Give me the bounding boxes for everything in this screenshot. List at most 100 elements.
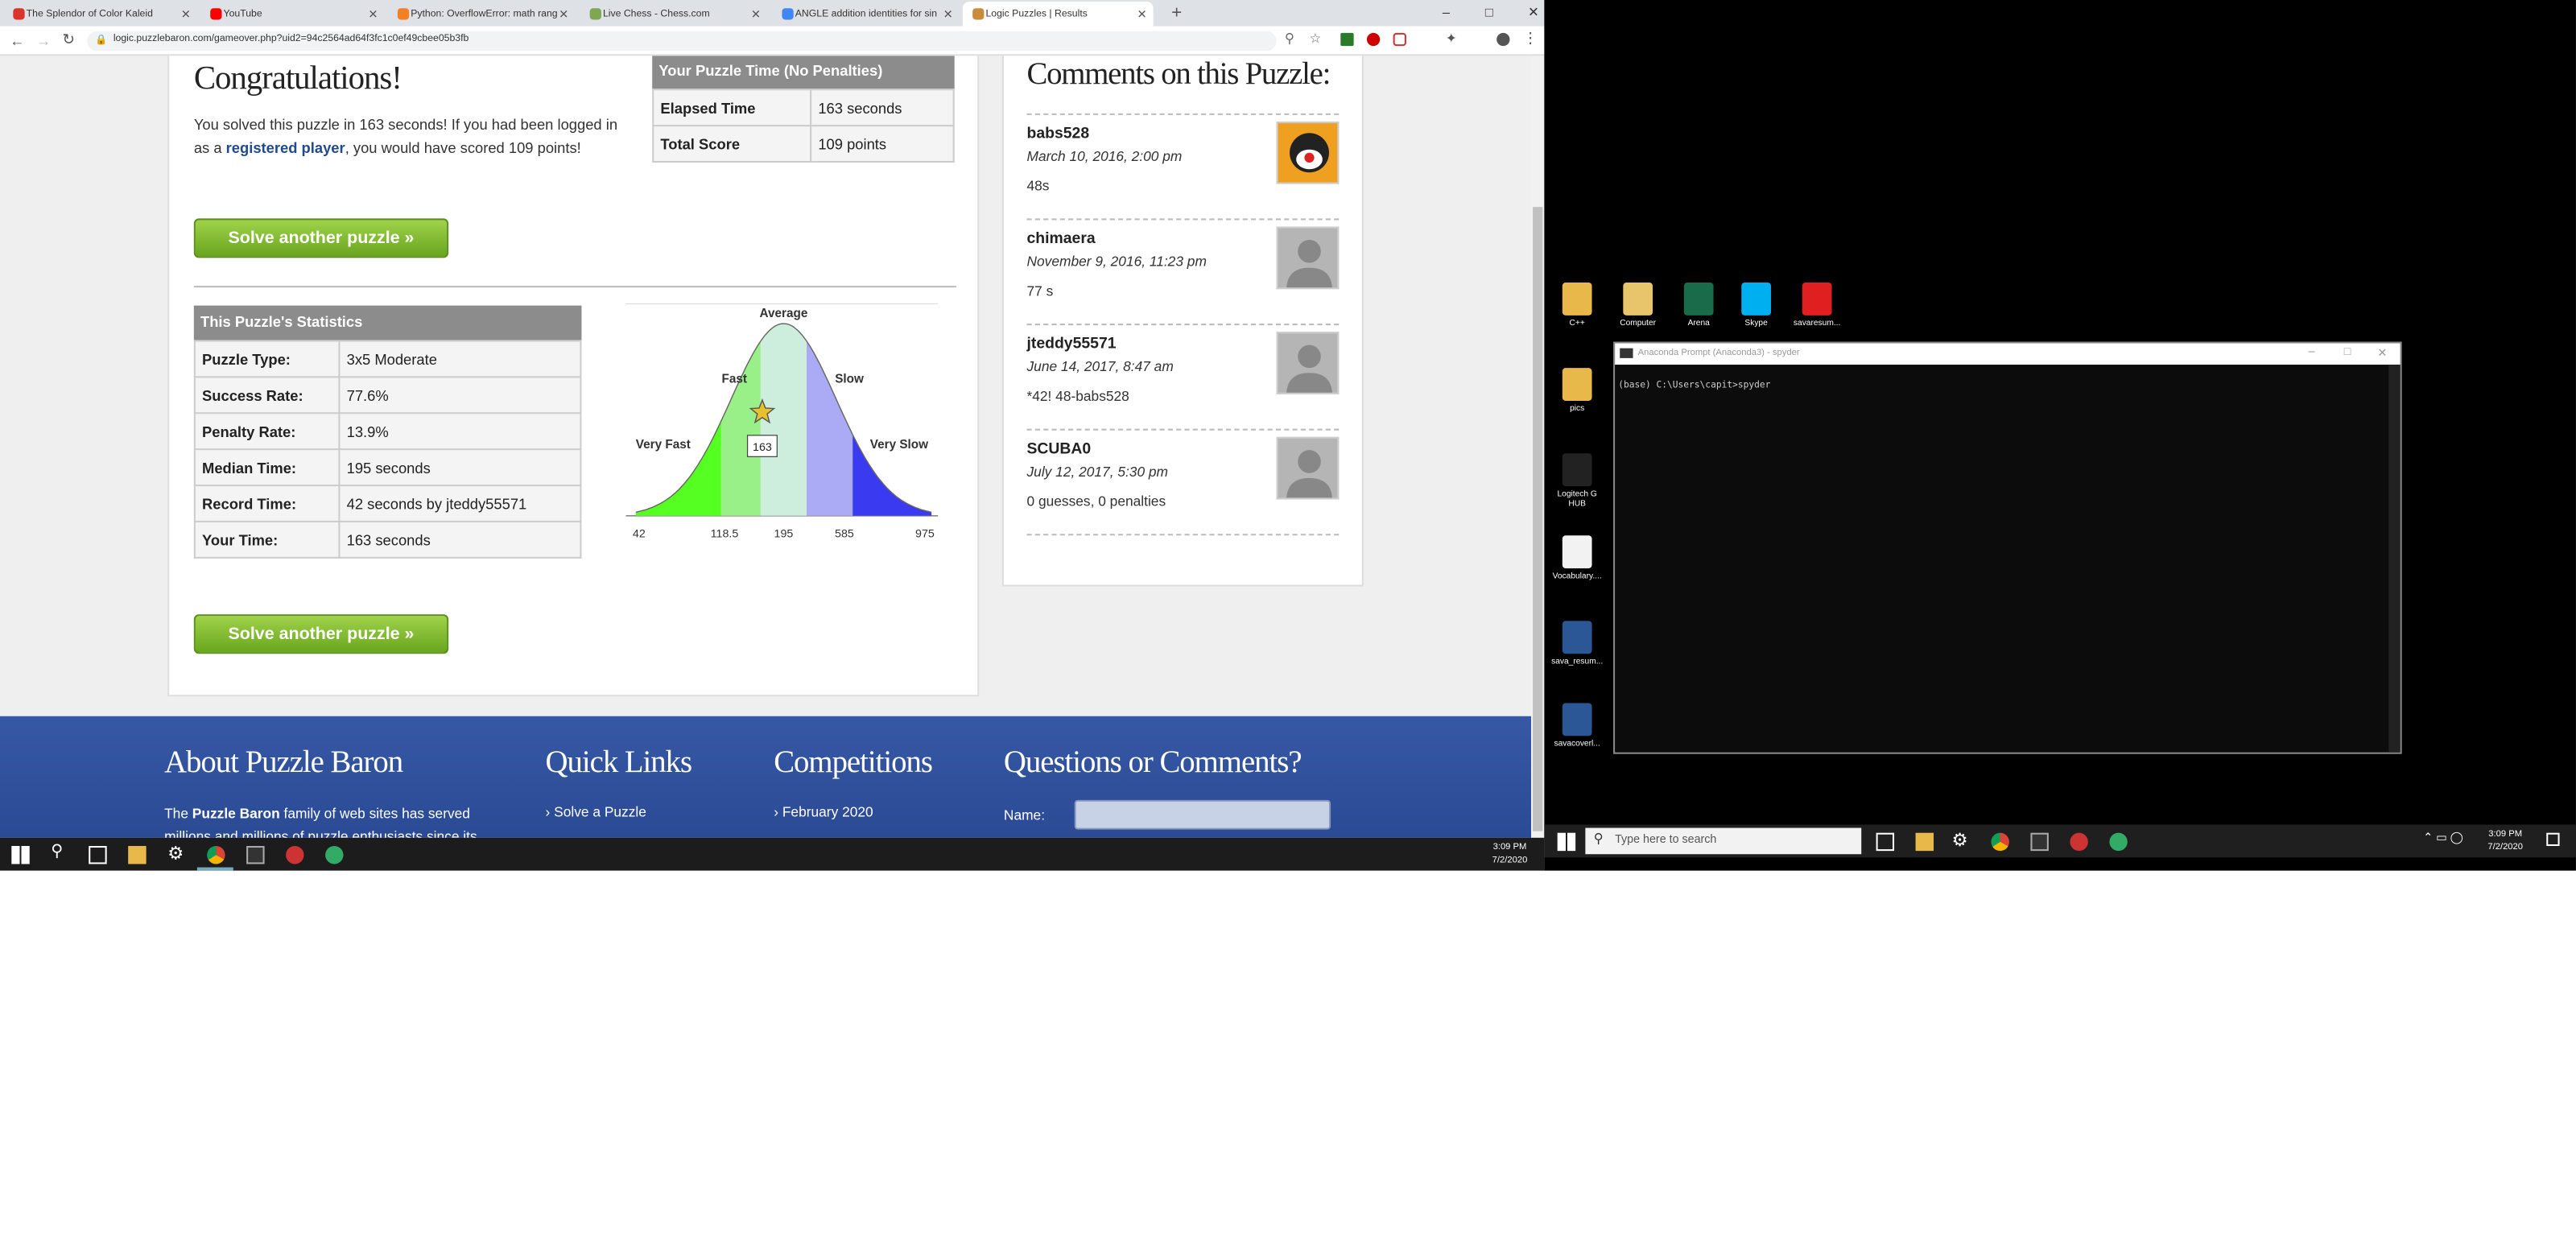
desktop-icon[interactable]: savaresum... bbox=[1787, 283, 1846, 328]
new-tab-icon[interactable]: + bbox=[1171, 3, 1182, 23]
desktop-icon[interactable]: Logitech G HUB bbox=[1547, 453, 1606, 510]
maximize-icon[interactable]: □ bbox=[2344, 347, 2351, 358]
app-icon[interactable] bbox=[2109, 832, 2128, 852]
terminal-icon[interactable] bbox=[246, 846, 265, 864]
clock[interactable]: 3:09 PM 7/2/2020 bbox=[2474, 828, 2537, 855]
taskbar-search-box[interactable]: ⚲ Type here to search bbox=[1585, 827, 1862, 855]
clock[interactable]: 3:09 PM 7/2/2020 bbox=[1479, 841, 1542, 868]
desktop-icon-label: savaresum... bbox=[1793, 318, 1841, 329]
puzzle-extensions-icon[interactable]: ✦ bbox=[1446, 31, 1457, 46]
desktop-icon[interactable]: Computer bbox=[1608, 283, 1667, 328]
terminal-icon[interactable] bbox=[2030, 832, 2049, 852]
app-icon[interactable] bbox=[2070, 832, 2088, 852]
chrome-icon[interactable] bbox=[1991, 832, 2009, 852]
close-icon[interactable]: ✕ bbox=[2377, 347, 2387, 360]
comment-author[interactable]: babs528 bbox=[1027, 125, 1090, 142]
tab-favicon-icon bbox=[13, 8, 25, 20]
desktop-icon[interactable]: Arena bbox=[1669, 283, 1728, 328]
time-table-header: Your Puzzle Time (No Penalties) bbox=[652, 56, 955, 89]
stats-key: Your Time: bbox=[193, 520, 341, 559]
registered-player-link[interactable]: registered player bbox=[226, 139, 345, 155]
taskbar-right: ⚲ Type here to search ⚙ ⌃ ▭ ◯ 3:09 PM 7/2… bbox=[1544, 824, 2576, 858]
stats-row: Penalty Rate: 13.9% bbox=[193, 412, 582, 451]
stats-row: Success Rate: 77.6% bbox=[193, 376, 582, 415]
windows-start-icon[interactable] bbox=[1557, 832, 1576, 852]
browser-tab[interactable]: Python: OverflowError: math rang ✕ bbox=[388, 2, 576, 27]
app-icon[interactable] bbox=[325, 846, 344, 864]
bookmark-star-icon[interactable]: ☆ bbox=[1310, 31, 1322, 46]
window-minimize-icon[interactable]: – bbox=[1443, 5, 1450, 19]
menu-kebab-icon[interactable]: ⋮ bbox=[1523, 30, 1538, 47]
footer-competitions-heading: Competitions bbox=[774, 745, 933, 781]
chrome-icon[interactable] bbox=[207, 846, 225, 864]
desktop-icon-image bbox=[1562, 368, 1592, 401]
page-scrollbar[interactable] bbox=[1531, 56, 1545, 838]
desktop-icon[interactable]: C++ bbox=[1547, 283, 1606, 328]
comment-item: babs528 March 10, 2016, 2:00 pm 48s bbox=[1026, 113, 1340, 219]
browser-tab[interactable]: ANGLE addition identities for sin ✕ bbox=[772, 2, 960, 27]
footer-link-solve[interactable]: › Solve a Puzzle bbox=[546, 803, 646, 819]
stats-value: 13.9% bbox=[338, 412, 582, 451]
footer-link-competition[interactable]: › February 2020 bbox=[774, 803, 873, 819]
comment-date: November 9, 2016, 11:23 pm bbox=[1026, 253, 1207, 270]
file-explorer-icon[interactable] bbox=[128, 846, 147, 864]
scrollbar-thumb[interactable] bbox=[1533, 207, 1543, 831]
desktop-icon[interactable]: savacoverl... bbox=[1547, 703, 1606, 749]
profile-avatar-icon[interactable] bbox=[1496, 32, 1510, 47]
desktop-icon[interactable]: Vocabulary.... bbox=[1547, 535, 1606, 581]
tab-close-icon[interactable]: ✕ bbox=[943, 7, 953, 20]
browser-tab[interactable]: YouTube ✕ bbox=[200, 2, 385, 27]
forward-icon[interactable]: → bbox=[36, 33, 51, 49]
chart-band bbox=[635, 420, 721, 516]
time-distribution-chart: Very Fast Fast Average Slow Very Slow 42 118.5… bbox=[625, 303, 939, 540]
url-field[interactable]: 🔒 logic.puzzlebaron.com/gameover.php?uid… bbox=[87, 31, 1277, 52]
reload-icon[interactable]: ↻ bbox=[63, 31, 75, 49]
task-view-icon[interactable] bbox=[89, 846, 107, 864]
settings-gear-icon[interactable]: ⚙ bbox=[167, 843, 184, 864]
divider bbox=[1026, 534, 1340, 536]
extension-icon[interactable] bbox=[1340, 32, 1354, 47]
browser-tab[interactable]: The Splendor of Color Kaleid ✕ bbox=[3, 2, 197, 27]
anaconda-prompt-window[interactable]: Anaconda Prompt (Anaconda3) - spyder – □… bbox=[1613, 341, 2402, 754]
comment-author[interactable]: jteddy55571 bbox=[1027, 335, 1117, 353]
minimize-icon[interactable]: – bbox=[2309, 347, 2315, 358]
desktop-icon[interactable]: sava_resum... bbox=[1547, 621, 1606, 667]
tab-favicon-icon bbox=[397, 8, 410, 20]
desktop-icon[interactable]: pics bbox=[1547, 368, 1606, 414]
extension-icon[interactable] bbox=[1393, 32, 1406, 47]
windows-start-icon[interactable] bbox=[11, 846, 30, 864]
browser-tab[interactable]: Live Chess - Chess.com ✕ bbox=[580, 2, 767, 27]
tab-close-icon[interactable]: ✕ bbox=[751, 7, 761, 20]
window-maximize-icon[interactable]: □ bbox=[1485, 5, 1493, 19]
tab-close-icon[interactable]: ✕ bbox=[368, 7, 378, 20]
tab-close-icon[interactable]: ✕ bbox=[1137, 7, 1146, 20]
browser-tab[interactable]: Logic Puzzles | Results ✕ bbox=[962, 2, 1154, 27]
app-icon[interactable] bbox=[286, 846, 304, 864]
tab-favicon-icon bbox=[972, 8, 985, 20]
desktop-icon[interactable]: Skype bbox=[1727, 283, 1785, 328]
lock-icon: 🔒 bbox=[95, 35, 108, 47]
task-view-icon[interactable] bbox=[1876, 832, 1895, 852]
solve-another-button[interactable]: Solve another puzzle » bbox=[193, 614, 449, 654]
console-scrollbar[interactable] bbox=[2388, 365, 2401, 753]
x-tick-label: 42 bbox=[633, 527, 646, 540]
window-close-icon[interactable]: ✕ bbox=[1528, 5, 1539, 19]
adblock-icon[interactable] bbox=[1366, 32, 1381, 47]
comment-author[interactable]: SCUBA0 bbox=[1027, 440, 1092, 458]
stats-row: Record Time: 42 seconds by jteddy55571 bbox=[193, 485, 582, 522]
back-icon[interactable]: ← bbox=[10, 33, 24, 49]
solve-another-button[interactable]: Solve another puzzle » bbox=[193, 218, 449, 258]
comment-author[interactable]: chimaera bbox=[1027, 230, 1096, 248]
tab-close-icon[interactable]: ✕ bbox=[559, 7, 568, 20]
system-tray-icons[interactable]: ⌃ ▭ ◯ bbox=[2423, 831, 2462, 844]
search-icon[interactable]: ⚲ bbox=[51, 843, 63, 860]
file-explorer-icon[interactable] bbox=[1915, 832, 1934, 852]
notifications-icon[interactable] bbox=[2546, 832, 2560, 847]
tab-close-icon[interactable]: ✕ bbox=[181, 7, 191, 20]
settings-gear-icon[interactable]: ⚙ bbox=[1951, 830, 1967, 851]
name-input[interactable] bbox=[1074, 799, 1331, 830]
comment-text: 77 s bbox=[1026, 283, 1054, 299]
zoom-icon[interactable]: ⚲ bbox=[1285, 31, 1294, 46]
desktop-icon-image bbox=[1802, 283, 1832, 316]
desktop-icon-image bbox=[1562, 703, 1592, 736]
